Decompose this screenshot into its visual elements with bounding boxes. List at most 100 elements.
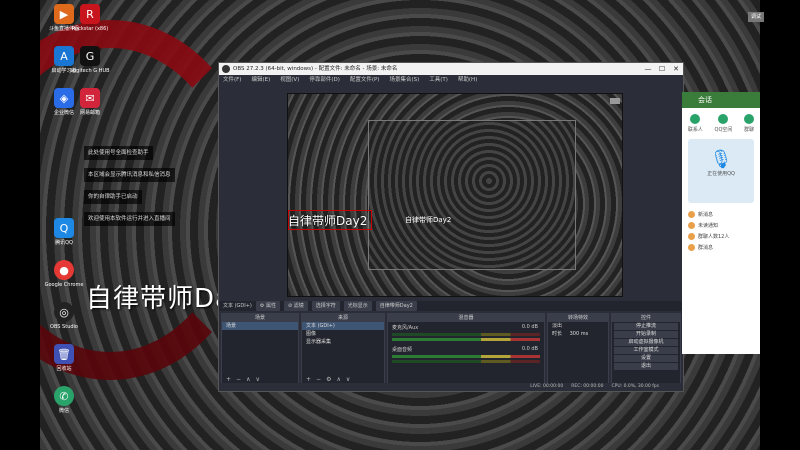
nested-preview: 自律带师Day2 bbox=[368, 120, 576, 270]
wechat-icon: ✆ bbox=[54, 386, 74, 406]
star-icon bbox=[718, 114, 729, 124]
desktop-track-db: 0.0 dB bbox=[521, 346, 538, 352]
desktop-icon-recycle-bin[interactable]: 🗑 回收站 bbox=[42, 344, 86, 373]
filters-button[interactable]: ⊘ 滤镜 bbox=[283, 301, 308, 311]
qq-tab-space[interactable]: QQ空间 bbox=[715, 114, 732, 133]
scenes-dock: 场景 场景 + − ∧ ∨ bbox=[221, 313, 299, 385]
transitions-title: 转场特效 bbox=[548, 314, 608, 322]
desktop-icon-wechat[interactable]: ✆ 微信 bbox=[42, 386, 86, 415]
obs-logo-icon bbox=[222, 65, 230, 73]
qq-tab-contacts[interactable]: 联系人 bbox=[688, 114, 703, 133]
qq-window[interactable]: 会话 联系人 QQ空间 群聊 🎙 正在使用QQ 新消息 未读通知 群聊人数12人… bbox=[682, 92, 760, 354]
mic-track-db: 0.0 dB bbox=[521, 324, 538, 330]
debug-badge[interactable]: 调试 bbox=[748, 12, 764, 22]
obs-window[interactable]: OBS 27.2.3 (64-bit, windows) - 配置文件: 未命名… bbox=[218, 62, 684, 392]
close-button[interactable]: ✕ bbox=[669, 63, 683, 75]
source-item-text[interactable]: 文本 (GDI+) bbox=[302, 322, 384, 330]
controls-title: 控件 bbox=[612, 314, 680, 322]
maximize-button[interactable]: ☐ bbox=[655, 63, 669, 75]
qq-header: 会话 bbox=[682, 92, 760, 108]
qq-list-item[interactable]: 群聊人数12人 bbox=[682, 231, 760, 242]
desktop-icon-rockstar[interactable]: R Rockstar (x86) bbox=[68, 4, 112, 33]
desktop-icon-mail[interactable]: ✉ 网易邮箱 bbox=[68, 88, 112, 117]
qq-tabs: 联系人 QQ空间 群聊 bbox=[682, 108, 760, 133]
desktop-icon-logitech[interactable]: G Logitech G HUB bbox=[68, 46, 112, 75]
transition-duration-row: 时长 300 ms bbox=[548, 330, 608, 338]
scenes-title: 场景 bbox=[222, 314, 298, 322]
menu-file[interactable]: 文件(F) bbox=[223, 75, 241, 86]
desktop-volume-slider[interactable] bbox=[392, 360, 540, 363]
minimize-button[interactable]: — bbox=[641, 63, 655, 75]
controls-dock: 控件 停止推流 开始录制 启动虚拟摄像机 工作室模式 设置 退出 bbox=[611, 313, 681, 385]
desktop-icon-qq[interactable]: Q 腾讯QQ bbox=[42, 218, 86, 247]
qq-list-item[interactable]: 群消息 bbox=[682, 242, 760, 253]
qq-icon: Q bbox=[54, 218, 74, 238]
right-black-bar bbox=[760, 0, 800, 450]
obs-title-bar[interactable]: OBS 27.2.3 (64-bit, windows) - 配置文件: 未命名… bbox=[219, 63, 683, 75]
start-recording-button[interactable]: 开始录制 bbox=[614, 331, 678, 338]
microphone-icon: 🎙 bbox=[709, 149, 733, 170]
properties-button[interactable]: ⚙ 属性 bbox=[255, 301, 280, 311]
transitions-dock: 转场特效 淡出 时长 300 ms bbox=[547, 313, 609, 385]
recycle-bin-icon: 🗑 bbox=[54, 344, 74, 364]
nested-caption: 自律带师Day2 bbox=[405, 216, 452, 224]
notice-4: 欢迎使用本软件运行并进入直播间 bbox=[84, 212, 175, 226]
chrome-icon: ● bbox=[54, 260, 74, 280]
source-item-image[interactable]: 图像 bbox=[302, 330, 384, 338]
obs-icon: ◎ bbox=[54, 302, 74, 322]
source-item-display[interactable]: 显示器采集 bbox=[302, 338, 384, 346]
desktop-icon-obs[interactable]: ◎ OBS Studio bbox=[42, 302, 86, 331]
obs-preview-canvas[interactable]: 自律带师Day2 自律带师Day2 bbox=[287, 93, 623, 297]
qq-voice-card[interactable]: 🎙 正在使用QQ bbox=[688, 139, 754, 203]
obs-window-title: OBS 27.2.3 (64-bit, windows) - 配置文件: 未命名… bbox=[233, 66, 398, 72]
stop-streaming-button[interactable]: 停止推流 bbox=[614, 323, 678, 330]
studio-mode-button[interactable]: 工作室模式 bbox=[614, 347, 678, 354]
mixer-title: 混音器 bbox=[388, 314, 544, 322]
rockstar-icon: R bbox=[80, 4, 100, 24]
menu-scene-collection[interactable]: 场景集合(S) bbox=[389, 75, 419, 86]
desktop-level-meter bbox=[392, 355, 540, 358]
phone-icon bbox=[690, 114, 701, 124]
qq-list-item[interactable]: 未读通知 bbox=[682, 220, 760, 231]
avatar bbox=[688, 244, 695, 251]
obs-status-bar: LIVE: 00:00:00 REC: 00:00:00 CPU: 0.0%, … bbox=[219, 383, 683, 391]
avatar bbox=[688, 233, 695, 240]
settings-button[interactable]: 设置 bbox=[614, 355, 678, 362]
text-value-field[interactable]: 自律带师Day2 bbox=[375, 301, 417, 311]
avatar bbox=[688, 211, 695, 218]
mixer-dock: 混音器 麦克风/Aux 0.0 dB 桌面音频 0.0 dB bbox=[387, 313, 545, 385]
menu-docks[interactable]: 停靠部件(D) bbox=[309, 75, 340, 86]
mic-track-name: 麦克风/Aux bbox=[392, 325, 419, 331]
preview-badge bbox=[610, 98, 620, 104]
sources-title: 来源 bbox=[302, 314, 384, 322]
sources-dock: 来源 文本 (GDI+) 图像 显示器采集 + − ⚙ ∧ ∨ bbox=[301, 313, 385, 385]
virtual-camera-button[interactable]: 启动虚拟摄像机 bbox=[614, 339, 678, 346]
notice-2: 本区域会显示腾讯消息和私信消息 bbox=[84, 168, 175, 182]
duration-input[interactable]: 300 ms bbox=[570, 331, 589, 337]
transition-type-select[interactable]: 淡出 bbox=[548, 322, 608, 330]
duration-label: 时长 bbox=[552, 331, 563, 337]
rec-timer: REC: 00:00:00 bbox=[571, 384, 604, 389]
avatar bbox=[688, 222, 695, 229]
cpu-fps: CPU: 0.0%, 30.00 fps bbox=[611, 384, 660, 389]
mic-volume-slider[interactable] bbox=[392, 338, 540, 341]
menu-view[interactable]: 视图(V) bbox=[280, 75, 299, 86]
font-select-button[interactable]: 选择字符 bbox=[311, 301, 340, 311]
qq-list-item[interactable]: 新消息 bbox=[682, 209, 760, 220]
menu-profile[interactable]: 配置文件(P) bbox=[350, 75, 380, 86]
exit-button[interactable]: 退出 bbox=[614, 363, 678, 370]
voice-card-label: 正在使用QQ bbox=[707, 171, 735, 177]
mixer-track-desktop: 桌面音频 0.0 dB bbox=[388, 344, 544, 366]
cursor-toggle-button[interactable]: 光标显示 bbox=[343, 301, 372, 311]
preview-caption: 自律带师Day2 bbox=[288, 214, 368, 228]
menu-tools[interactable]: 工具(T) bbox=[429, 75, 448, 86]
menu-help[interactable]: 帮助(H) bbox=[458, 75, 477, 86]
menu-edit[interactable]: 编辑(E) bbox=[251, 75, 270, 86]
notice-3: 你的自律助手已启动 bbox=[84, 190, 142, 204]
desktop-icon-chrome[interactable]: ● Google Chrome bbox=[42, 260, 86, 289]
group-icon bbox=[744, 114, 755, 124]
qq-tab-groups[interactable]: 群聊 bbox=[744, 114, 754, 133]
obs-menu-bar: 文件(F) 编辑(E) 视图(V) 停靠部件(D) 配置文件(P) 场景集合(S… bbox=[219, 75, 683, 86]
scene-item[interactable]: 场景 bbox=[222, 322, 298, 330]
desktop-track-name: 桌面音频 bbox=[392, 347, 413, 353]
